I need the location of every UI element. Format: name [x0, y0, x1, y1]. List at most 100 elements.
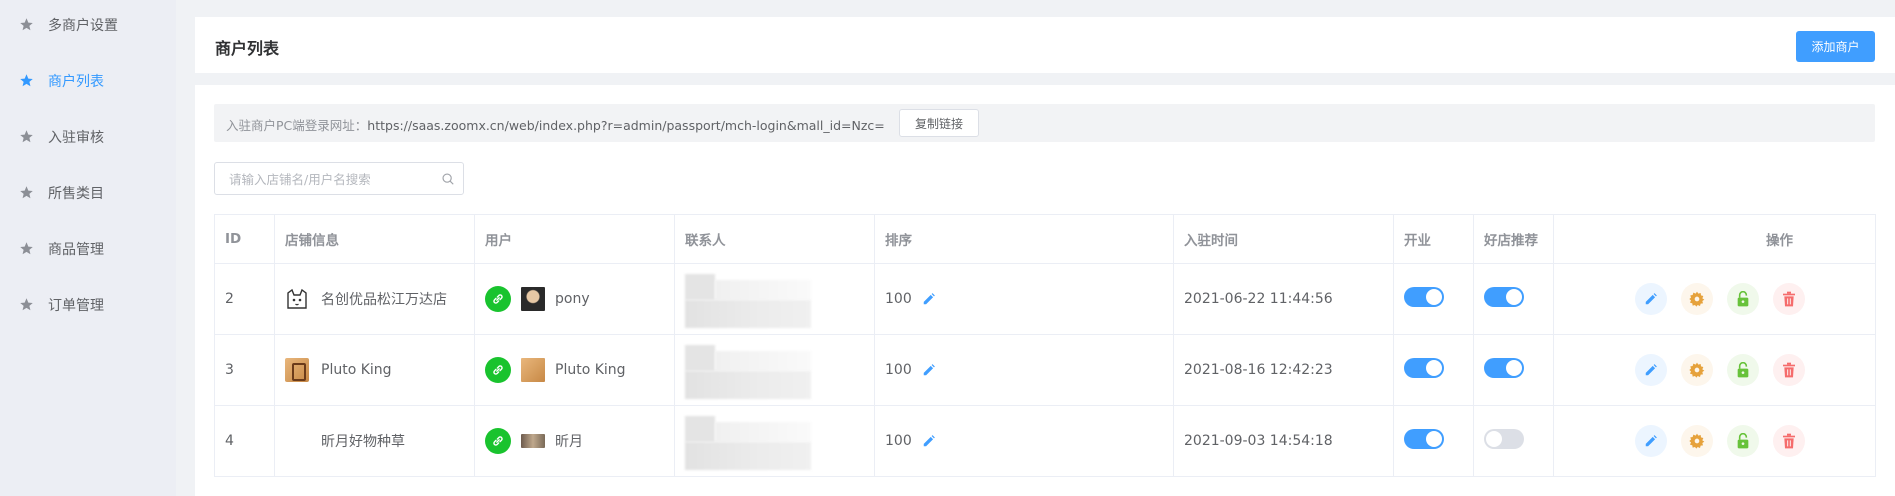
user-name: pony	[555, 291, 590, 307]
trash-icon	[1783, 291, 1795, 307]
column-header-id: ID	[214, 214, 275, 264]
open-toggle[interactable]	[1404, 358, 1444, 378]
store-name: Pluto King	[321, 362, 392, 378]
star-icon	[20, 186, 33, 199]
cell-contact	[674, 334, 875, 406]
cell-id: 3	[214, 334, 275, 406]
edit-button[interactable]	[1635, 283, 1667, 315]
settings-button[interactable]	[1681, 425, 1713, 457]
sort-value: 100	[885, 291, 912, 307]
sidebar-item-label: 订单管理	[48, 298, 104, 314]
wechat-link-icon	[485, 428, 511, 454]
edit-icon	[1645, 364, 1657, 376]
blurred-contact	[685, 341, 811, 399]
column-header-recommend: 好店推荐	[1473, 214, 1554, 264]
unlock-button[interactable]	[1727, 425, 1759, 457]
cell-recommend	[1473, 263, 1554, 335]
column-header-open: 开业	[1393, 214, 1474, 264]
wechat-link-icon	[485, 286, 511, 312]
recommend-toggle[interactable]	[1484, 287, 1524, 307]
cell-entry-time: 2021-09-03 14:54:18	[1173, 405, 1394, 477]
column-header-actions: 操作	[1553, 214, 1876, 264]
settings-button[interactable]	[1681, 283, 1713, 315]
cell-open	[1393, 405, 1474, 477]
sidebar-item-merchant-list[interactable]: 商户列表	[0, 61, 176, 101]
search-input[interactable]	[229, 169, 429, 189]
user-name: 昕月	[555, 434, 583, 450]
sidebar-item-entry-review[interactable]: 入驻审核	[0, 117, 176, 157]
cell-recommend	[1473, 405, 1554, 477]
cell-open	[1393, 263, 1474, 335]
pencil-icon[interactable]	[922, 363, 936, 377]
settings-button[interactable]	[1681, 354, 1713, 386]
cat-logo-icon	[287, 288, 307, 309]
copy-link-button[interactable]: 复制链接	[899, 109, 979, 137]
unlock-button[interactable]	[1727, 354, 1759, 386]
page-header: 商户列表 添加商户	[195, 17, 1895, 73]
edit-icon	[1645, 293, 1657, 305]
column-header-contact: 联系人	[674, 214, 875, 264]
sidebar-item-order-management[interactable]: 订单管理	[0, 285, 176, 325]
cell-user: 昕月	[474, 405, 675, 477]
star-icon	[20, 130, 33, 143]
cell-actions	[1553, 263, 1876, 335]
column-header-sort: 排序	[874, 214, 1174, 264]
sidebar-item-multi-merchant-settings[interactable]: 多商户设置	[0, 5, 176, 45]
star-icon	[20, 298, 33, 311]
store-logo	[285, 429, 309, 453]
cell-sort: 100	[874, 405, 1174, 477]
cell-user: pony	[474, 263, 675, 335]
unlock-icon	[1737, 433, 1749, 449]
star-icon	[20, 242, 33, 255]
pencil-icon[interactable]	[922, 292, 936, 306]
star-icon	[20, 18, 33, 31]
add-merchant-button[interactable]: 添加商户	[1796, 31, 1875, 62]
search-icon[interactable]	[441, 172, 455, 186]
unlock-icon	[1737, 362, 1749, 378]
sidebar-item-label: 入驻审核	[48, 130, 104, 146]
sidebar-item-product-management[interactable]: 商品管理	[0, 229, 176, 269]
cell-contact	[674, 263, 875, 335]
column-header-store: 店铺信息	[274, 214, 475, 264]
sidebar-item-categories[interactable]: 所售类目	[0, 173, 176, 213]
table-header-row: ID 店铺信息 用户 联系人 排序 入驻时间 开业 好店推荐 操作	[214, 214, 1876, 264]
delete-button[interactable]	[1773, 425, 1805, 457]
sidebar-item-label: 商品管理	[48, 242, 104, 258]
table-row: 3 Pluto King Pluto King 100 2021-08-16 1…	[214, 334, 1876, 406]
edit-button[interactable]	[1635, 354, 1667, 386]
table-row: 4 昕月好物种草 昕月 100 2021-09-03 14:54:18	[214, 405, 1876, 477]
edit-button[interactable]	[1635, 425, 1667, 457]
gear-icon	[1689, 291, 1705, 307]
king-logo-icon	[285, 358, 309, 382]
column-header-entry-time: 入驻时间	[1173, 214, 1394, 264]
column-header-user: 用户	[474, 214, 675, 264]
cell-store: Pluto King	[274, 334, 475, 406]
cell-user: Pluto King	[474, 334, 675, 406]
recommend-toggle[interactable]	[1484, 429, 1524, 449]
search-box	[214, 162, 464, 195]
login-url-bar: 入驻商户PC端登录网址：https://saas.zoomx.cn/web/in…	[214, 104, 1875, 142]
pencil-icon[interactable]	[922, 434, 936, 448]
sort-value: 100	[885, 433, 912, 449]
gear-icon	[1689, 433, 1705, 449]
cell-id: 4	[214, 405, 275, 477]
store-name: 名创优品松江万达店	[321, 292, 447, 308]
sidebar-item-label: 商户列表	[48, 74, 104, 90]
unlock-button[interactable]	[1727, 283, 1759, 315]
open-toggle[interactable]	[1404, 287, 1444, 307]
edit-icon	[1645, 435, 1657, 447]
delete-button[interactable]	[1773, 354, 1805, 386]
cell-contact	[674, 405, 875, 477]
cell-sort: 100	[874, 334, 1174, 406]
login-url-prefix: 入驻商户PC端登录网址：	[226, 118, 368, 133]
recommend-toggle[interactable]	[1484, 358, 1524, 378]
gear-icon	[1689, 362, 1705, 378]
blurred-contact	[685, 412, 811, 470]
cell-recommend	[1473, 334, 1554, 406]
delete-button[interactable]	[1773, 283, 1805, 315]
cell-entry-time: 2021-08-16 12:42:23	[1173, 334, 1394, 406]
open-toggle[interactable]	[1404, 429, 1444, 449]
login-url-text: 入驻商户PC端登录网址：https://saas.zoomx.cn/web/in…	[226, 115, 885, 134]
wechat-link-icon	[485, 357, 511, 383]
cell-entry-time: 2021-06-22 11:44:56	[1173, 263, 1394, 335]
